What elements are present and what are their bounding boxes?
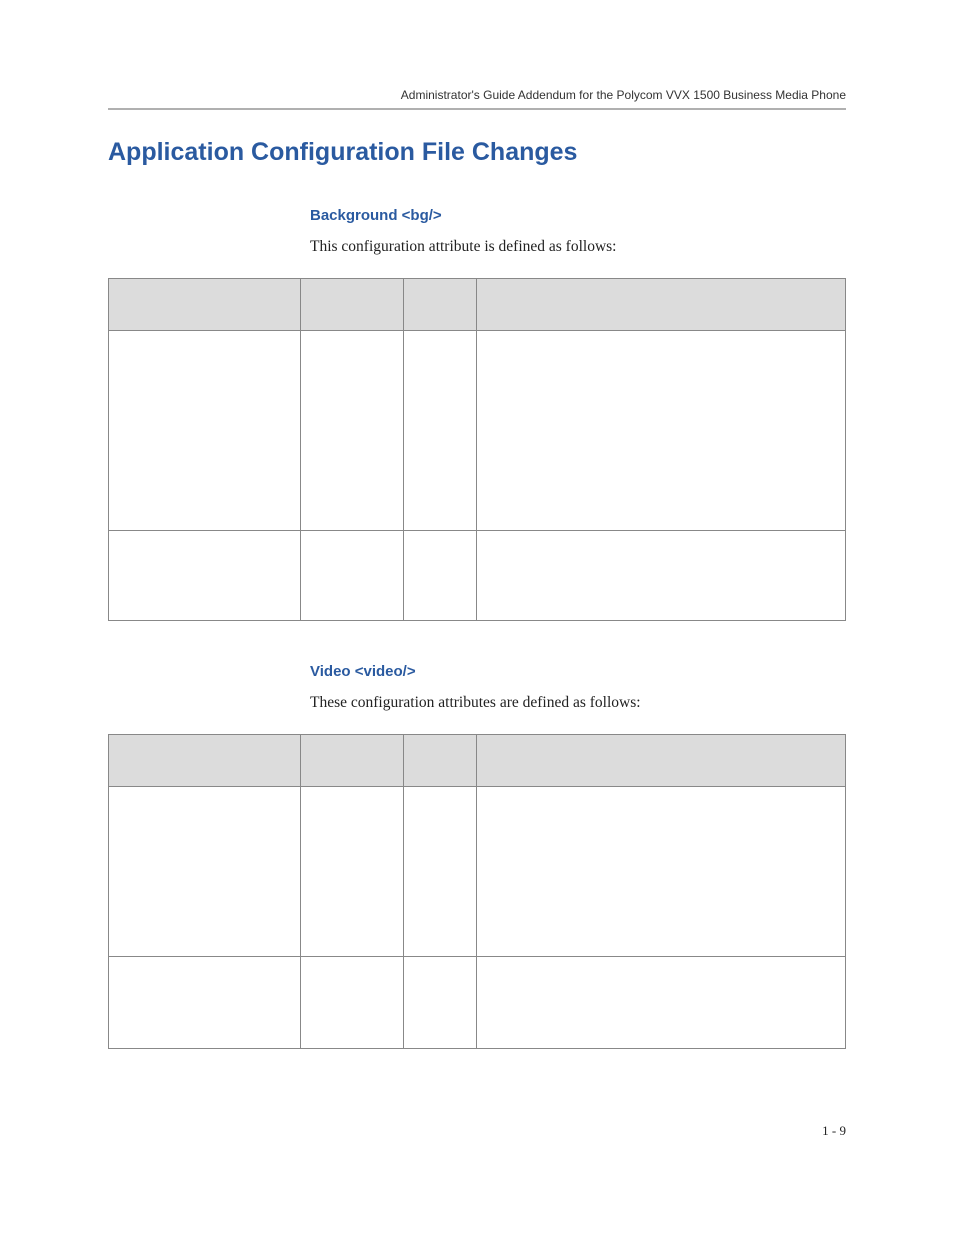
intro-text-video: These configuration attributes are defin… <box>310 694 846 712</box>
config-table-background <box>108 278 846 621</box>
table-cell <box>300 957 403 1049</box>
table-header-cell <box>477 735 846 787</box>
table-header-cell <box>109 279 301 331</box>
table-header-cell <box>109 735 301 787</box>
table-header-cell <box>403 279 477 331</box>
table-header-cell <box>403 735 477 787</box>
table-cell <box>109 531 301 621</box>
subsection-heading-video: Video <video/> <box>310 663 846 680</box>
table-cell <box>300 331 403 531</box>
section-title: Application Configuration File Changes <box>108 138 846 167</box>
table-row <box>109 331 846 531</box>
table-cell <box>403 531 477 621</box>
table-cell <box>477 957 846 1049</box>
config-table-video <box>108 734 846 1049</box>
subsection-heading-background: Background <bg/> <box>310 207 846 224</box>
table-header-row <box>109 279 846 331</box>
table-cell <box>477 331 846 531</box>
table-row <box>109 531 846 621</box>
table-cell <box>477 787 846 957</box>
table-cell <box>477 531 846 621</box>
table-cell <box>109 787 301 957</box>
table-cell <box>109 957 301 1049</box>
table-row <box>109 787 846 957</box>
table-row <box>109 957 846 1049</box>
table-header-cell <box>300 279 403 331</box>
table-cell <box>403 787 477 957</box>
table-cell <box>403 957 477 1049</box>
table-cell <box>109 331 301 531</box>
page-container: Administrator's Guide Addendum for the P… <box>0 0 954 1049</box>
table-cell <box>403 331 477 531</box>
table-cell <box>300 787 403 957</box>
table-cell <box>300 531 403 621</box>
page-number: 1 - 9 <box>822 1123 846 1139</box>
table-header-cell <box>477 279 846 331</box>
table-header-row <box>109 735 846 787</box>
table-header-cell <box>300 735 403 787</box>
intro-text-background: This configuration attribute is defined … <box>310 238 846 256</box>
running-header: Administrator's Guide Addendum for the P… <box>108 88 846 110</box>
